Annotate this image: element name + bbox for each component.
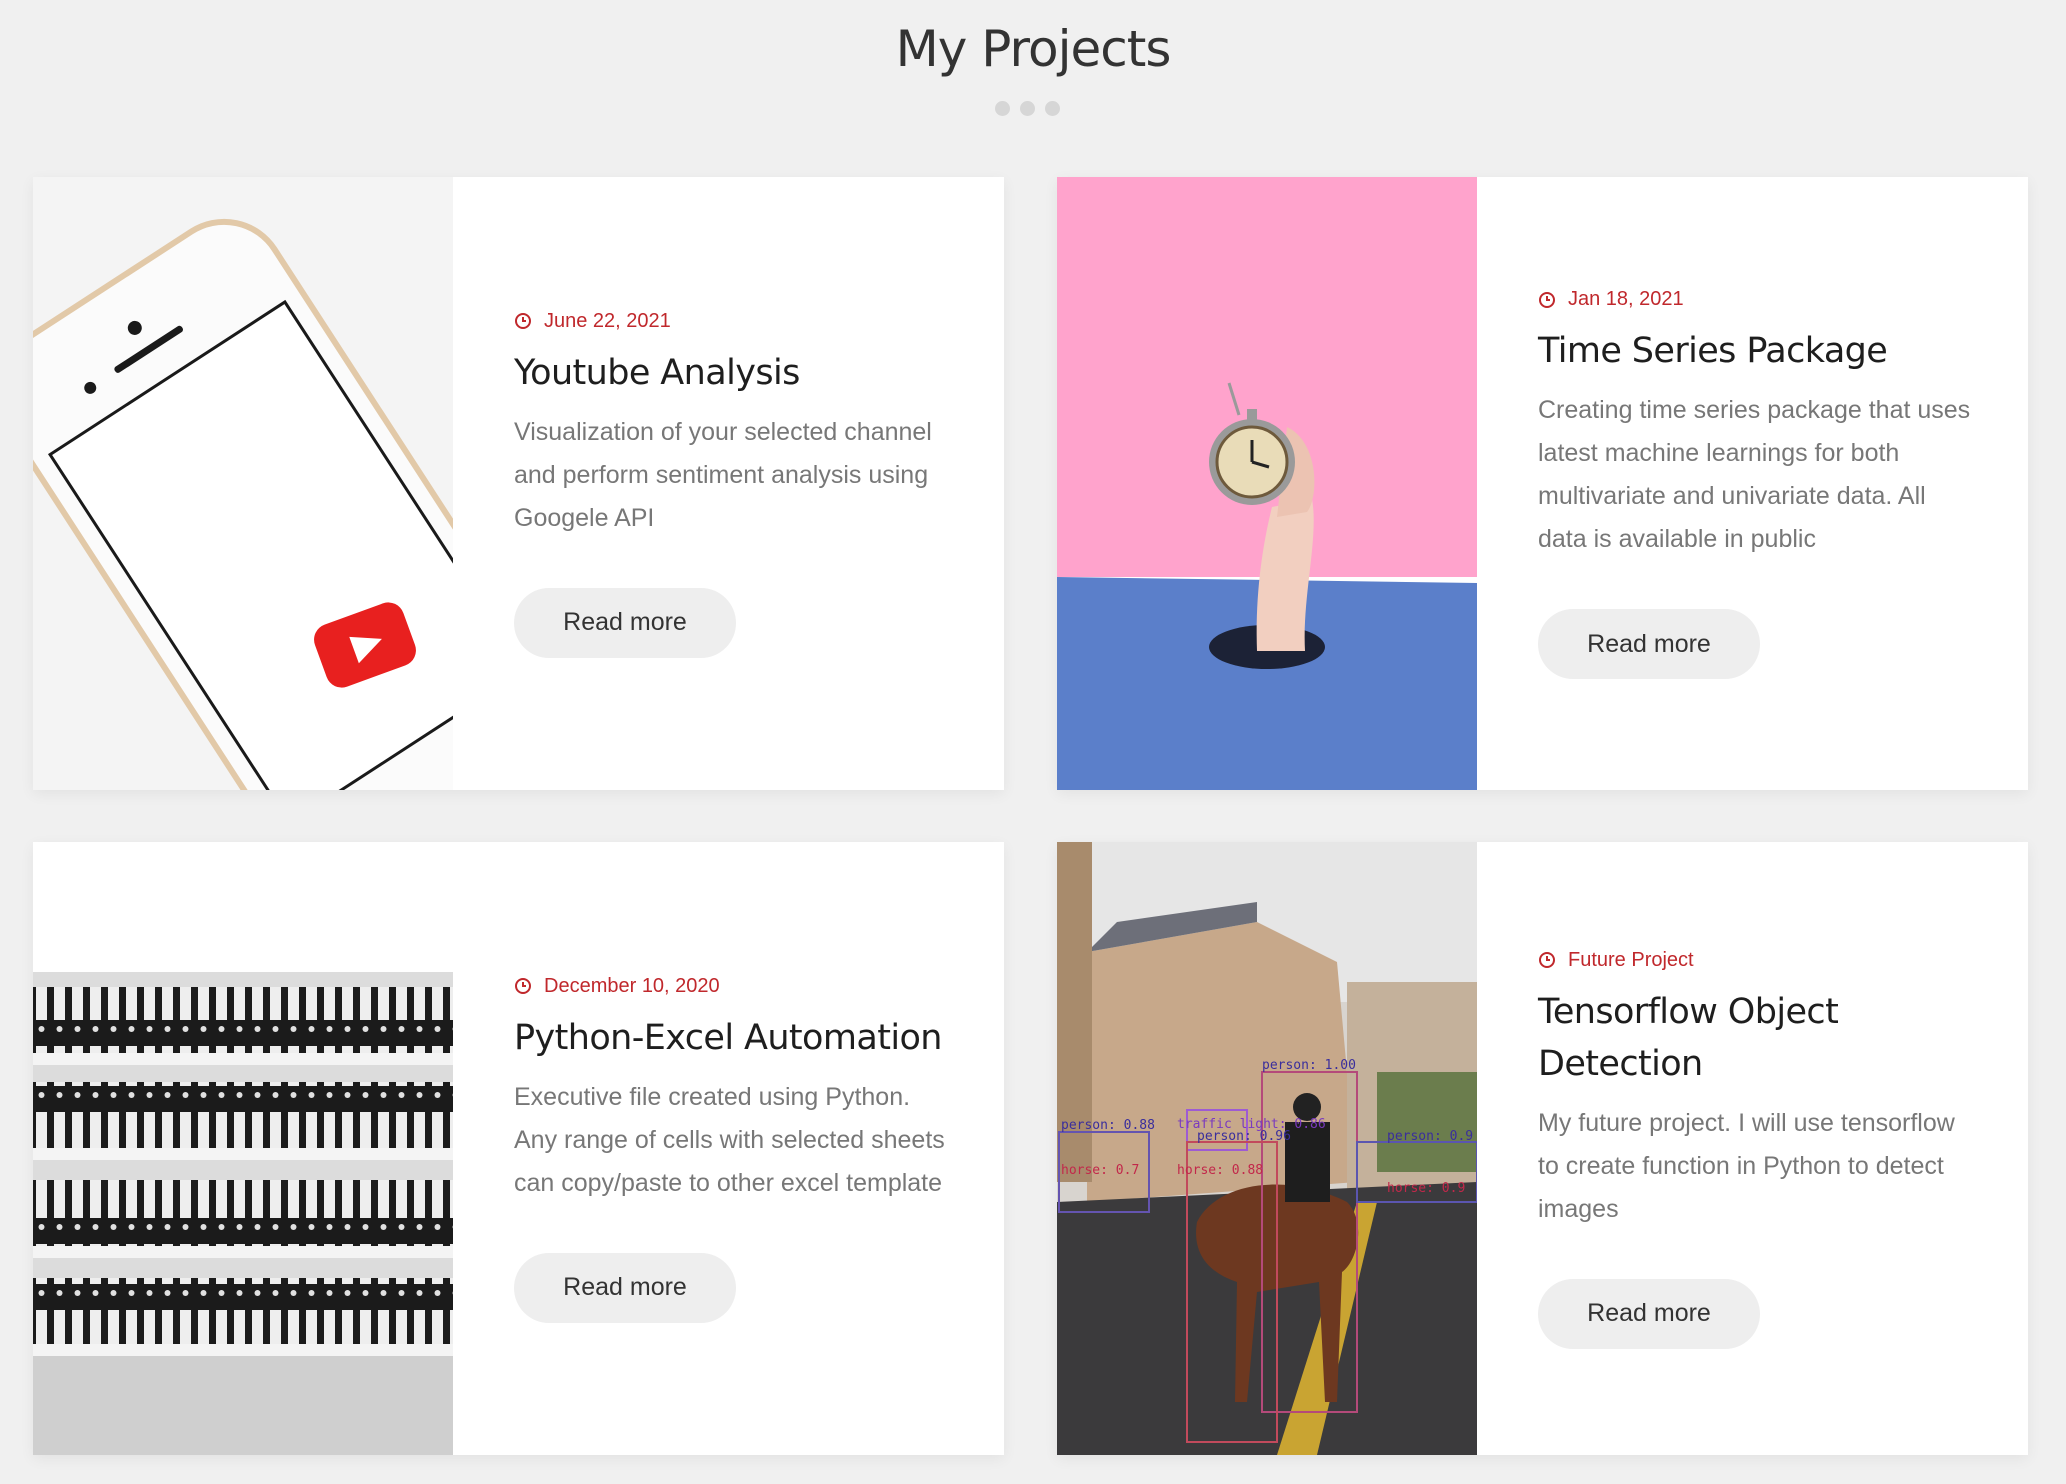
project-card-time-series: Jan 18, 2021 Time Series Package Creatin…	[1057, 177, 2028, 790]
divider-dot	[1020, 101, 1035, 116]
detection-label: horse: 0.7	[1061, 1163, 1139, 1178]
clock-icon	[1539, 291, 1555, 308]
divider-dot	[995, 101, 1010, 116]
read-more-button[interactable]: Read more	[514, 587, 736, 658]
read-more-button[interactable]: Read more	[1538, 1278, 1760, 1349]
detection-label: person: 0.88	[1061, 1118, 1155, 1133]
clock-icon	[1539, 952, 1555, 968]
project-description: Executive file created using Python. Any…	[514, 1082, 945, 1197]
detection-label: person: 0.96	[1197, 1129, 1291, 1144]
read-more-button[interactable]: Read more	[514, 1252, 736, 1323]
detection-label: person: 1.00	[1262, 1058, 1356, 1073]
project-description: Creating time series package that uses l…	[1538, 396, 1971, 553]
phone-youtube-image	[33, 177, 453, 790]
project-description: Visualization of your selected channel a…	[514, 417, 932, 532]
project-card-tensorflow: person: 1.00 person: 0.88 traffic light:…	[1057, 842, 2028, 1455]
project-date: June 22, 2021	[544, 309, 671, 332]
page-title: My Projects	[895, 20, 1172, 78]
section-divider-dots	[995, 101, 1060, 116]
clock-icon	[515, 978, 531, 994]
divider-dot	[1045, 101, 1060, 116]
alarm-clock-hand-image	[1057, 177, 1477, 790]
read-more-button[interactable]: Read more	[1538, 609, 1760, 679]
project-title[interactable]: Youtube Analysis	[514, 347, 974, 399]
project-card-youtube: June 22, 2021 Youtube Analysis Visualiza…	[33, 177, 1004, 790]
project-title[interactable]: Tensorflow Object Detection	[1538, 986, 1998, 1090]
project-title[interactable]: Python-Excel Automation	[514, 1012, 974, 1064]
project-date: Jan 18, 2021	[1568, 288, 1684, 310]
detection-label: horse: 0.9	[1387, 1181, 1465, 1196]
object-detection-street-image: person: 1.00 person: 0.88 traffic light:…	[1057, 842, 1477, 1455]
project-date: Future Project	[1568, 948, 1694, 971]
project-date: December 10, 2020	[544, 974, 720, 997]
project-description: My future project. I will use tensorflow…	[1538, 1108, 1955, 1223]
detection-label: person: 0.9	[1387, 1129, 1473, 1144]
detection-label: horse: 0.88	[1177, 1163, 1263, 1178]
binders-shelf-image	[33, 842, 453, 1455]
clock-icon	[515, 313, 531, 329]
project-title[interactable]: Time Series Package	[1538, 325, 1998, 377]
project-card-python-excel: December 10, 2020 Python-Excel Automatio…	[33, 842, 1004, 1455]
